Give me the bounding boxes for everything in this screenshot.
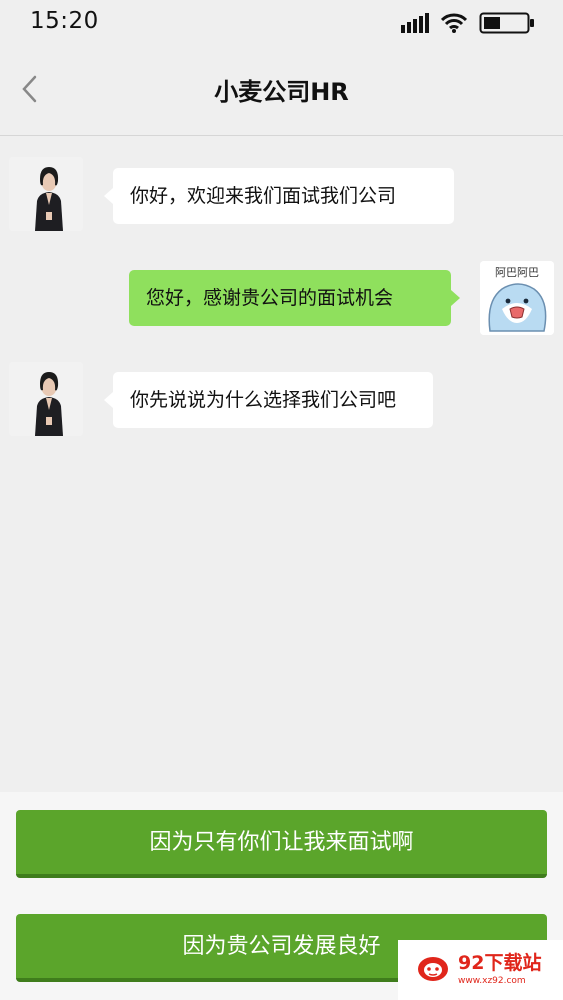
wifi-icon <box>441 13 467 33</box>
message-bubble-me: 您好，感谢贵公司的面试机会 <box>129 270 460 326</box>
hr-avatar[interactable] <box>9 157 83 231</box>
battery-icon <box>479 11 535 35</box>
watermark: 92下载站 www.xz92.com <box>398 940 563 1000</box>
message-text: 你好，欢迎来我们面试我们公司 <box>130 185 397 207</box>
option-label: 因为贵公司发展良好 <box>182 934 381 959</box>
signal-icon <box>401 13 429 33</box>
message-text: 您好，感谢贵公司的面试机会 <box>146 287 394 309</box>
hr-avatar[interactable] <box>9 362 83 436</box>
message-bubble-hr: 你好，欢迎来我们面试我们公司 <box>104 168 454 224</box>
status-time: 15:20 <box>30 8 99 34</box>
status-icons <box>401 11 535 35</box>
message-bubble-hr: 你先说说为什么选择我们公司吧 <box>104 372 433 428</box>
chat-title: 小麦公司HR <box>214 78 349 106</box>
option-button-1[interactable]: 因为只有你们让我来面试啊 <box>16 810 547 878</box>
watermark-logo-icon <box>416 953 450 987</box>
message-text: 你先说说为什么选择我们公司吧 <box>130 389 397 411</box>
watermark-name: 92下载站 <box>458 952 542 974</box>
avatar-caption: 阿巴阿巴 <box>495 266 539 279</box>
watermark-url: www.xz92.com <box>458 976 526 986</box>
nav-bar: 小麦公司HR <box>0 44 563 136</box>
chat-area: 你好，欢迎来我们面试我们公司 您好，感谢贵公司的面试机会 阿巴阿巴 你先说说为什… <box>0 137 563 792</box>
status-bar: 15:20 <box>0 0 563 44</box>
option-label: 因为只有你们让我来面试啊 <box>149 830 414 855</box>
my-avatar[interactable]: 阿巴阿巴 <box>480 261 554 335</box>
